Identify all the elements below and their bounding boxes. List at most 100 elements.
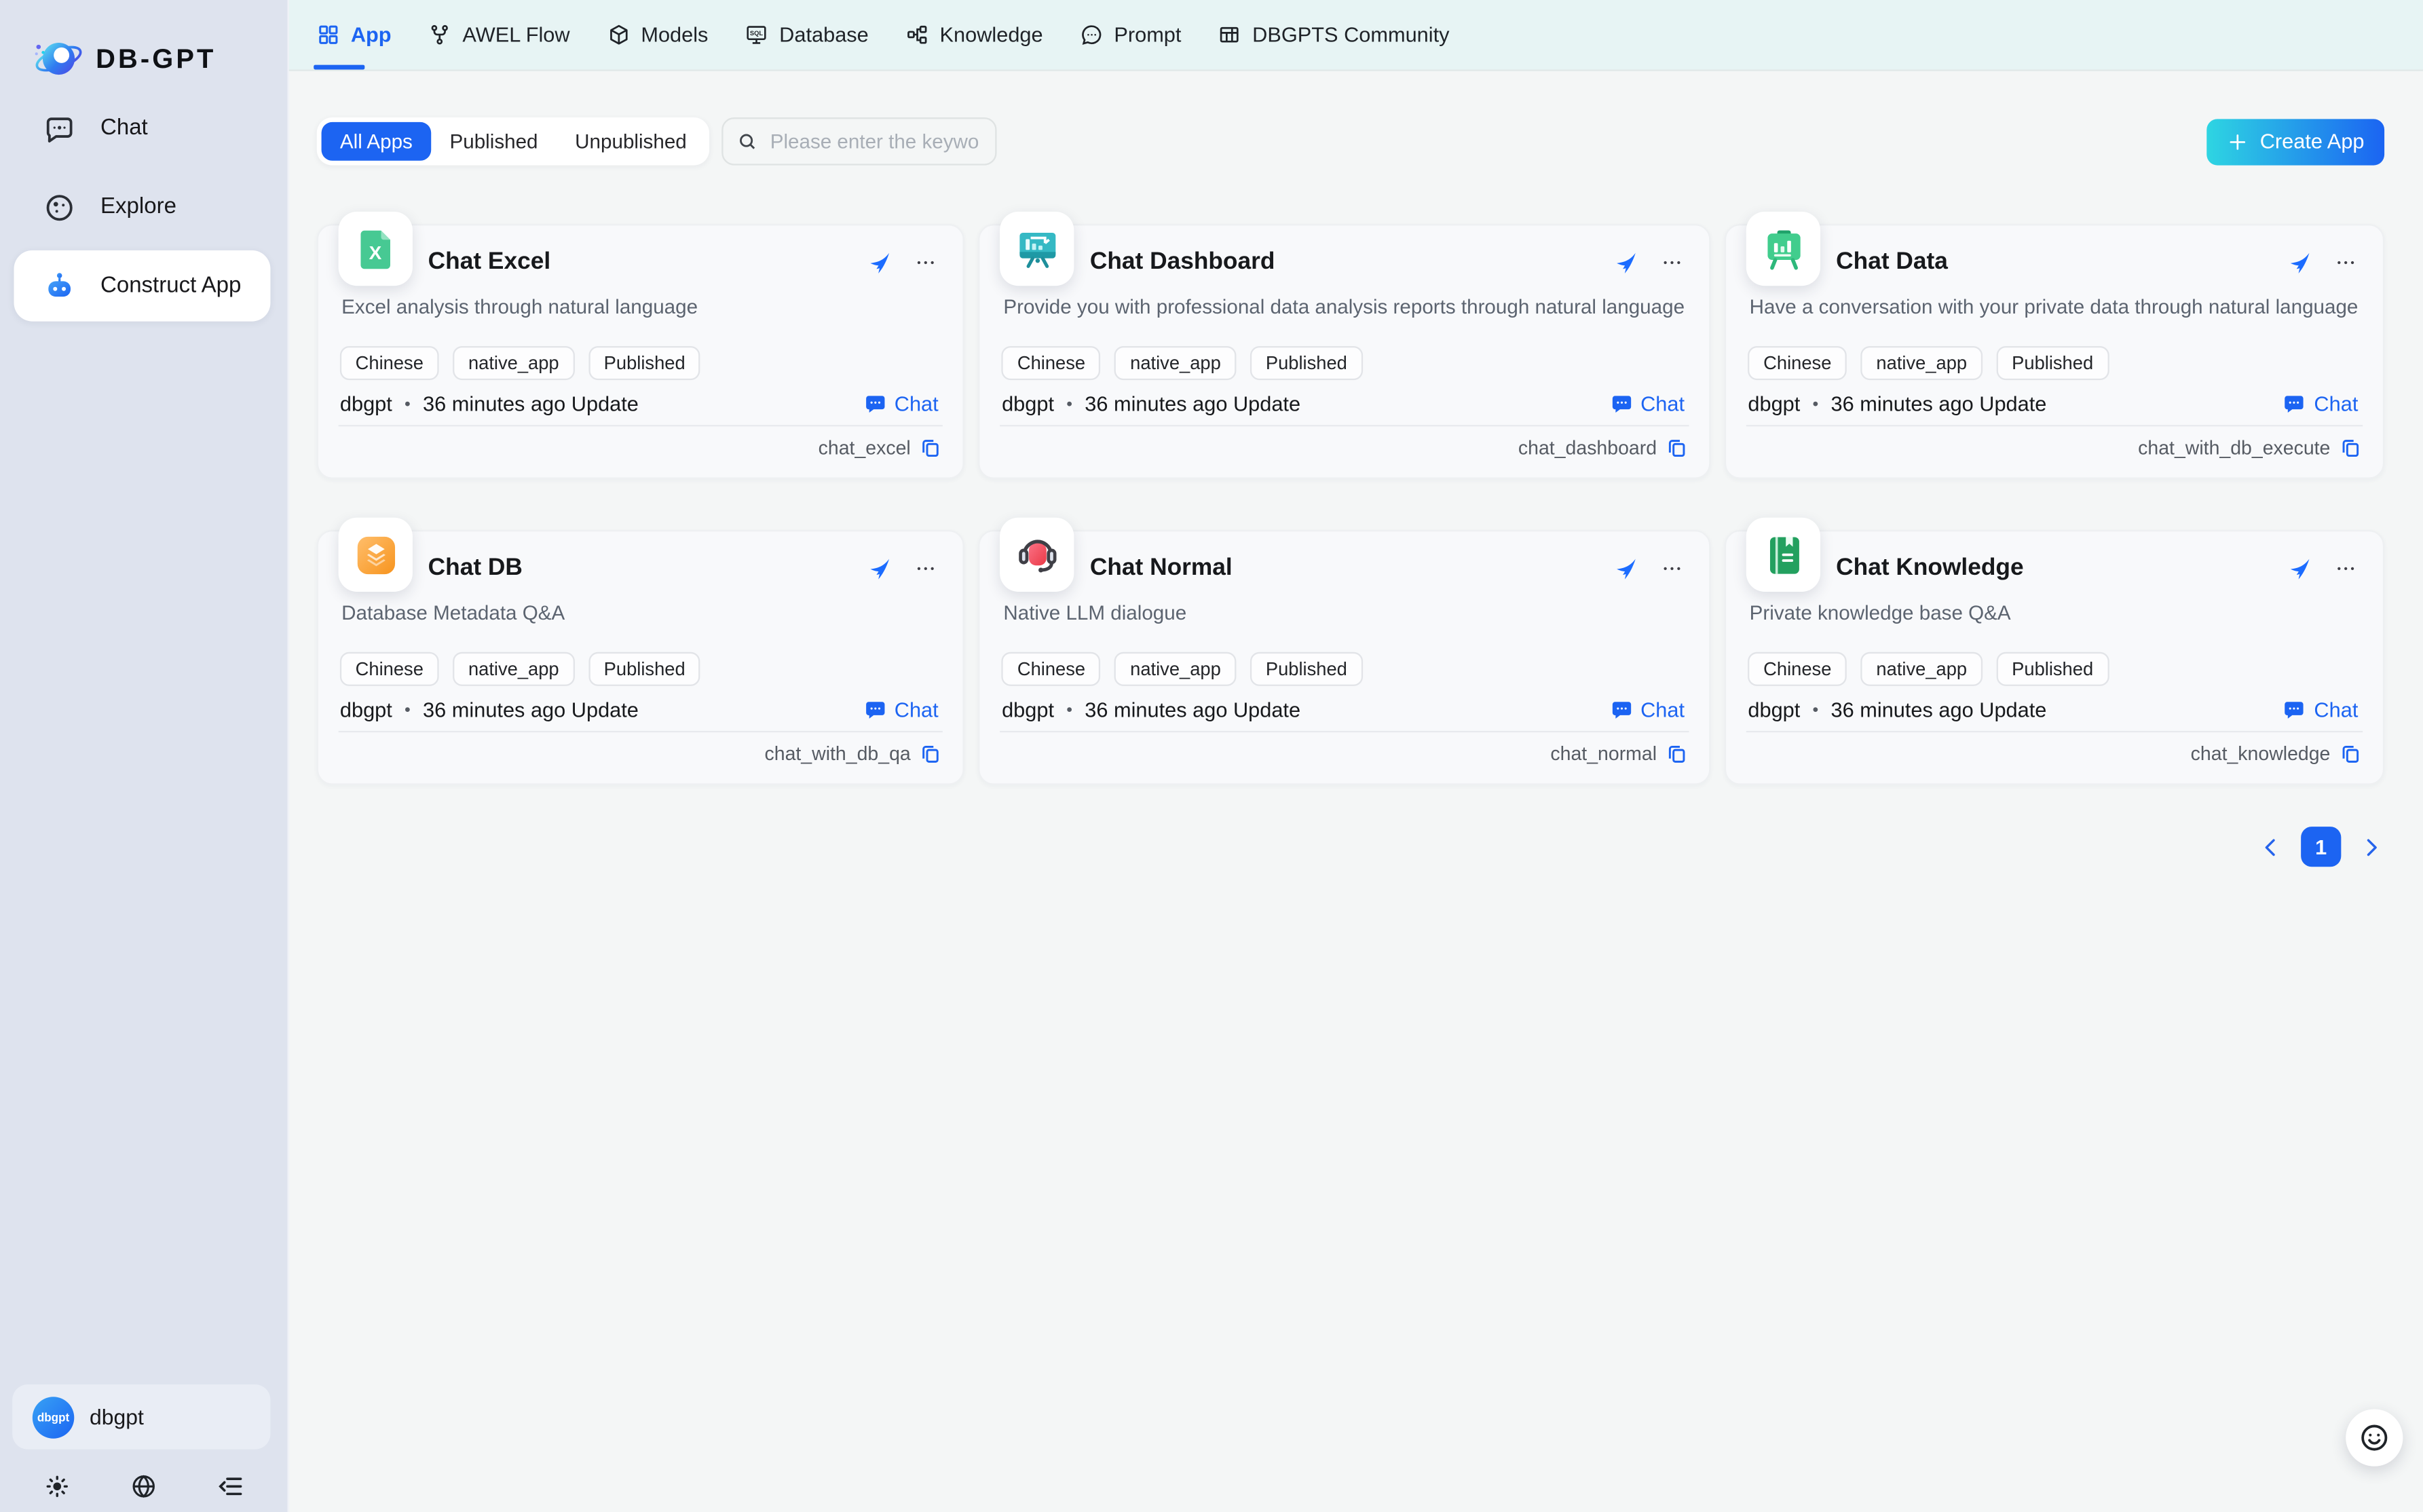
search-box xyxy=(722,117,997,166)
tag-badge: Published xyxy=(1250,652,1363,686)
card-updated: 36 minutes ago Update xyxy=(1085,392,1300,415)
card-owner: dbgpt xyxy=(1748,698,1800,721)
copy-icon[interactable] xyxy=(920,437,941,459)
card-tags: Chinese native_app Published xyxy=(340,346,963,380)
svg-text:SQL: SQL xyxy=(751,29,764,37)
header-tab[interactable]: Knowledge xyxy=(887,0,1062,69)
header-tab[interactable]: Models xyxy=(588,0,727,69)
more-menu-icon[interactable] xyxy=(914,556,938,581)
header-tab[interactable]: AWEL Flow xyxy=(410,0,588,69)
brand-logo: DB-GPT xyxy=(31,31,217,87)
header-tab-label: App xyxy=(351,23,392,46)
sidebar-nav: Chat Explore Construct App xyxy=(14,93,270,322)
more-menu-icon[interactable] xyxy=(1660,250,1685,275)
more-menu-icon[interactable] xyxy=(2333,250,2358,275)
header-tab[interactable]: App xyxy=(298,0,409,69)
app-card: Chat Data Have a conversation with your … xyxy=(1725,224,2384,479)
theme-sun-icon[interactable] xyxy=(43,1473,71,1500)
create-app-button[interactable]: Create App xyxy=(2207,118,2384,164)
copy-icon[interactable] xyxy=(1666,743,1688,765)
card-meta: dbgpt • 36 minutes ago Update Chat xyxy=(1002,392,1685,415)
card-divider xyxy=(1000,425,1689,426)
header-tab[interactable]: SQL Database xyxy=(727,0,887,69)
card-divider xyxy=(1000,731,1689,732)
header-tab[interactable]: Prompt xyxy=(1062,0,1200,69)
card-meta: dbgpt • 36 minutes ago Update Chat xyxy=(340,698,939,721)
header-tab-label: Prompt xyxy=(1114,23,1181,46)
tag-badge: Published xyxy=(588,346,701,380)
filter-tab-label: Unpublished xyxy=(575,130,687,153)
filter-tab-label: All Apps xyxy=(340,130,413,153)
user-chip[interactable]: dbgpt dbgpt xyxy=(12,1384,270,1450)
feedback-smiley-button[interactable] xyxy=(2346,1409,2403,1466)
language-globe-icon[interactable] xyxy=(130,1473,157,1500)
create-app-label: Create App xyxy=(2260,130,2365,153)
search-input[interactable] xyxy=(767,128,981,155)
card-code: chat_normal xyxy=(1550,743,1657,765)
card-header: Chat Normal xyxy=(980,531,1709,586)
card-owner: dbgpt xyxy=(340,698,392,721)
dbgpt-planet-logo-icon xyxy=(31,31,87,87)
dingtalk-share-icon[interactable] xyxy=(867,556,892,581)
filter-tab[interactable]: All Apps xyxy=(322,122,432,161)
card-owner: dbgpt xyxy=(1002,392,1054,415)
sidebar-item-label: Chat xyxy=(100,116,148,140)
card-title: Chat Data xyxy=(1836,249,1948,277)
prev-page-icon[interactable] xyxy=(2259,835,2283,858)
chat-link-label: Chat xyxy=(1640,392,1685,415)
copy-icon[interactable] xyxy=(920,743,941,765)
dingtalk-share-icon[interactable] xyxy=(1613,250,1638,275)
sidebar-item[interactable]: Explore xyxy=(14,172,270,243)
card-actions xyxy=(867,250,939,275)
filter-tab[interactable]: Published xyxy=(431,122,557,161)
chat-link[interactable]: Chat xyxy=(1610,392,1685,415)
sidebar-item[interactable]: Construct App xyxy=(14,250,270,322)
database-sql-icon: SQL xyxy=(745,23,768,46)
chat-link[interactable]: Chat xyxy=(863,392,938,415)
chat-link[interactable]: Chat xyxy=(1610,698,1685,721)
header-tab[interactable]: DBGPTS Community xyxy=(1200,0,1468,69)
copy-icon[interactable] xyxy=(2340,743,2361,765)
chat-link[interactable]: Chat xyxy=(2283,392,2358,415)
card-tags: Chinese native_app Published xyxy=(1002,346,1709,380)
chat-bubble-filled-icon xyxy=(1610,392,1633,415)
dingtalk-share-icon[interactable] xyxy=(2287,250,2312,275)
card-updated: 36 minutes ago Update xyxy=(423,392,639,415)
card-updated: 36 minutes ago Update xyxy=(1085,698,1300,721)
smiley-icon xyxy=(2358,1422,2390,1454)
search-icon xyxy=(738,132,758,152)
filter-tab[interactable]: Unpublished xyxy=(557,122,705,161)
sidebar-item[interactable]: Chat xyxy=(14,93,270,164)
dingtalk-share-icon[interactable] xyxy=(867,250,892,275)
card-header: Chat Excel xyxy=(318,225,963,280)
next-page-icon[interactable] xyxy=(2360,835,2383,858)
card-tags: Chinese native_app Published xyxy=(1002,652,1709,686)
card-footer: chat_with_db_qa xyxy=(340,743,941,765)
app-window: DB-GPT Chat Explore Construct App xyxy=(0,0,2423,1512)
sidebar: DB-GPT Chat Explore Construct App xyxy=(0,0,289,1512)
card-header: Chat Data xyxy=(1727,225,2383,280)
page-number-button[interactable]: 1 xyxy=(2301,827,2341,867)
chat-bubble-filled-icon xyxy=(2283,392,2306,415)
more-menu-icon[interactable] xyxy=(914,250,938,275)
card-actions xyxy=(2287,556,2359,581)
chat-link[interactable]: Chat xyxy=(2283,698,2358,721)
filter-group: All Apps Published Unpublished xyxy=(317,117,710,166)
card-meta: dbgpt • 36 minutes ago Update Chat xyxy=(1748,698,2358,721)
more-menu-icon[interactable] xyxy=(2333,556,2358,581)
dingtalk-share-icon[interactable] xyxy=(1613,556,1638,581)
dingtalk-share-icon[interactable] xyxy=(2287,556,2312,581)
card-header: Chat DB xyxy=(318,531,963,586)
dot-separator: • xyxy=(1066,701,1072,719)
tag-badge: Chinese xyxy=(1002,346,1101,380)
collapse-sidebar-icon[interactable] xyxy=(217,1473,244,1500)
user-avatar: dbgpt xyxy=(33,1396,74,1437)
copy-icon[interactable] xyxy=(1666,437,1688,459)
more-menu-icon[interactable] xyxy=(1660,556,1685,581)
card-title: Chat Dashboard xyxy=(1090,249,1275,277)
chat-link[interactable]: Chat xyxy=(863,698,938,721)
dot-separator: • xyxy=(405,395,411,413)
card-tags: Chinese native_app Published xyxy=(1748,652,2382,686)
copy-icon[interactable] xyxy=(2340,437,2361,459)
card-actions xyxy=(2287,250,2359,275)
